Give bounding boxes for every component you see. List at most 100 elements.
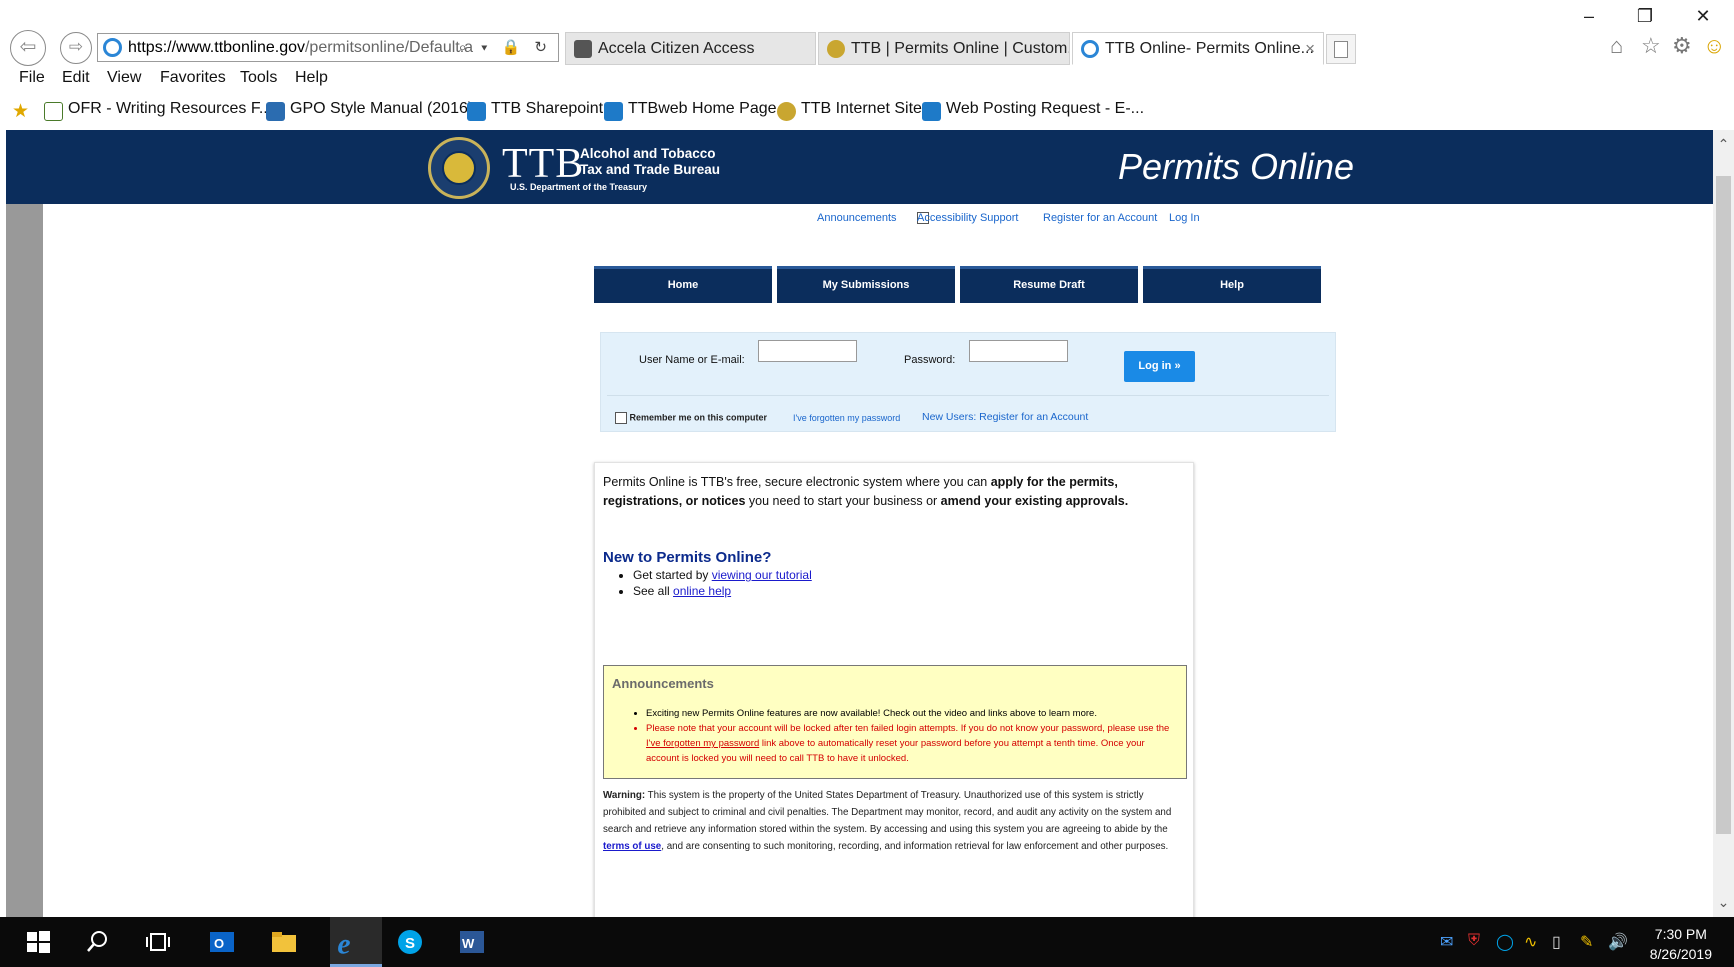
login-divider — [607, 395, 1329, 396]
fav-ttb-internet[interactable]: TTB Internet Site — [777, 100, 922, 121]
announcements-title: Announcements — [612, 676, 714, 691]
tutorial-link[interactable]: viewing our tutorial — [712, 568, 812, 582]
back-button[interactable]: ⇦ — [10, 30, 46, 66]
ttb-seal-logo[interactable] — [428, 137, 490, 199]
network-icon[interactable]: ∿ — [1524, 932, 1537, 952]
forgot-password-inline-link[interactable]: I've forgotten my password — [646, 738, 759, 749]
mcafee-icon[interactable]: ⛨ — [1468, 932, 1480, 950]
accela-icon — [574, 40, 592, 58]
legal-warning: Warning: This system is the property of … — [603, 790, 1172, 852]
internet-explorer-icon[interactable]: e — [334, 926, 366, 958]
close-window-button[interactable]: ✕ — [1680, 4, 1726, 28]
content-card: Permits Online is TTB's free, secure ele… — [594, 462, 1194, 917]
smiley-feedback-icon[interactable]: ☺ — [1703, 33, 1725, 59]
clock-time: 7:30 PM — [1654, 926, 1707, 942]
new-to-permits-heading: New to Permits Online? — [603, 549, 772, 566]
announcements-link[interactable]: Announcements — [817, 212, 897, 224]
fav-ofr[interactable]: OFR - Writing Resources F... — [44, 100, 272, 121]
username-label: User Name or E-mail: — [639, 354, 745, 366]
register-link[interactable]: Register for an Account — [1043, 212, 1157, 224]
menu-file[interactable]: File — [19, 69, 45, 87]
minimize-button[interactable]: – — [1566, 4, 1612, 28]
list-item: Get started by viewing our tutorial — [633, 567, 812, 583]
menu-favorites[interactable]: Favorites — [160, 69, 226, 87]
start-icon[interactable] — [24, 928, 52, 956]
nav-home[interactable]: Home — [594, 266, 772, 303]
svg-text:W: W — [462, 936, 475, 951]
search-icon[interactable] — [84, 928, 112, 956]
login-link[interactable]: Log In — [1169, 212, 1200, 224]
fav-ttbweb-home[interactable]: TTBweb Home Page — [604, 100, 777, 121]
scroll-down-icon[interactable]: ⌄ — [1713, 894, 1734, 911]
forgot-password-link[interactable]: I've forgotten my password — [793, 413, 900, 423]
tab-ttb-custom[interactable]: TTB | Permits Online | Custom... — [818, 32, 1070, 65]
usb-icon[interactable]: ▯ — [1552, 932, 1561, 952]
menu-edit[interactable]: Edit — [62, 69, 90, 87]
file-explorer-icon[interactable] — [270, 928, 298, 956]
menu-view[interactable]: View — [107, 69, 141, 87]
outlook-tray-icon[interactable]: ✉ — [1440, 932, 1453, 952]
tab-accela[interactable]: Accela Citizen Access — [565, 32, 816, 65]
page-icon — [44, 102, 63, 121]
favorites-star-icon[interactable]: ☆ — [1641, 33, 1661, 59]
getting-started-list: Get started by viewing our tutorial See … — [633, 567, 812, 599]
task-view-icon[interactable] — [144, 928, 172, 956]
outlook-icon[interactable]: O — [208, 928, 236, 956]
tab-ttb-online[interactable]: TTB Online- Permits Online... × — [1072, 32, 1324, 65]
password-input[interactable] — [969, 340, 1068, 362]
address-tools-icons[interactable]: ⌕ ▾ 🔒 ↻ — [459, 38, 552, 56]
tab-label: Accela Citizen Access — [598, 40, 755, 57]
nav-my-submissions[interactable]: My Submissions — [777, 266, 955, 303]
system-clock[interactable]: 7:30 PM 8/26/2019 — [1650, 924, 1712, 964]
online-help-link[interactable]: online help — [673, 584, 731, 598]
remember-checkbox[interactable] — [615, 412, 627, 424]
menu-help[interactable]: Help — [295, 69, 328, 87]
new-users-register-link[interactable]: New Users: Register for an Account — [922, 411, 1088, 423]
tab-label: TTB Online- Permits Online... — [1105, 40, 1314, 57]
nav-resume-draft[interactable]: Resume Draft — [960, 266, 1138, 303]
sharepoint-icon — [604, 102, 623, 121]
vertical-scrollbar[interactable]: ⌃ ⌄ — [1713, 130, 1734, 917]
favorites-star-icon[interactable]: ★ — [12, 100, 29, 123]
scroll-thumb[interactable] — [1716, 176, 1731, 834]
home-icon[interactable]: ⌂ — [1610, 33, 1623, 59]
ttb-seal-icon — [827, 40, 845, 58]
fav-web-posting[interactable]: Web Posting Request - E-... — [922, 100, 1144, 121]
announcements-list: Exciting new Permits Online features are… — [646, 706, 1176, 766]
restore-button[interactable]: ❐ — [1622, 4, 1668, 28]
notes-icon[interactable]: ✎ — [1580, 932, 1593, 952]
announcements-box: Announcements Exciting new Permits Onlin… — [603, 665, 1187, 779]
login-panel: User Name or E-mail: Password: Log in » … — [600, 332, 1336, 432]
terms-of-use-link[interactable]: terms of use — [603, 841, 661, 852]
skype-tray-icon[interactable]: ◯ — [1496, 932, 1514, 952]
menu-tools[interactable]: Tools — [240, 69, 277, 87]
forward-button[interactable]: ⇨ — [60, 32, 92, 64]
scroll-up-icon[interactable]: ⌃ — [1713, 136, 1734, 153]
gear-icon[interactable]: ⚙ — [1672, 33, 1692, 59]
ie-icon — [103, 38, 122, 57]
fav-ttb-sharepoint[interactable]: TTB Sharepoint — [467, 100, 603, 121]
nav-help[interactable]: Help — [1143, 266, 1321, 303]
address-bar[interactable]: https://www.ttbonline.gov/permitsonline/… — [97, 33, 559, 62]
svg-text:O: O — [214, 936, 224, 951]
new-tab-button[interactable] — [1326, 34, 1356, 64]
sharepoint-icon — [922, 102, 941, 121]
skype-icon[interactable]: S — [396, 928, 424, 956]
volume-icon[interactable]: 🔊 — [1608, 932, 1628, 952]
remember-me[interactable]: Remember me on this computer — [615, 412, 767, 424]
site-title: Permits Online — [1118, 146, 1355, 187]
fav-gpo[interactable]: GPO Style Manual (2016) — [266, 100, 473, 121]
login-button[interactable]: Log in » — [1124, 351, 1195, 382]
close-tab-icon[interactable]: × — [1305, 33, 1315, 64]
gpo-icon — [266, 102, 285, 121]
ttb-logo-text: TTB — [502, 141, 585, 187]
svg-text:e: e — [337, 928, 350, 958]
new-tab-icon — [1334, 41, 1348, 58]
ie-icon — [1081, 40, 1099, 58]
list-item: See all online help — [633, 583, 812, 599]
windows-taskbar: O e S W ✉ ⛨ ◯ ∿ ▯ ✎ 🔊 7:30 PM 8/26/2019 — [0, 917, 1734, 967]
word-icon[interactable]: W — [458, 928, 486, 956]
username-input[interactable] — [758, 340, 857, 362]
svg-text:S: S — [405, 935, 415, 952]
left-gutter — [6, 204, 43, 917]
